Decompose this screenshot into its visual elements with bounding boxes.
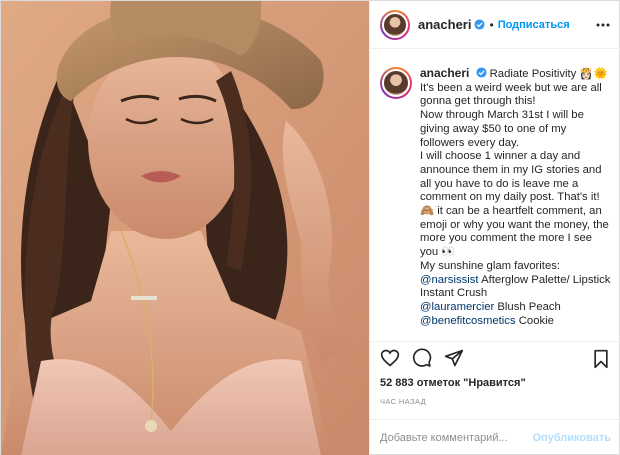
more-icon[interactable] [595,17,611,33]
likes-count[interactable]: 52 883 отметок "Нравится" [380,377,526,389]
caption-line: 🙈 it can be a heartfelt comment, an emoj… [420,205,612,259]
post-header: anacheri • Подписаться [370,1,620,49]
mention-link[interactable]: @benefitcosmetics [420,315,516,327]
separator-dot: • [489,17,494,32]
mention-text: Blush Peach [494,300,561,313]
verified-badge-icon [474,19,486,30]
action-bar [370,341,620,373]
post-timestamp[interactable]: ЧАС НАЗАД [380,397,426,406]
instagram-post: anacheri • Подписаться anacheri Radiate … [0,0,620,455]
caption-area: anacheri Radiate Positivity 👸🏻🌞 It's bee… [370,49,620,341]
caption-title: Radiate Positivity 👸🏻🌞 [489,68,608,80]
caption-avatar[interactable] [380,67,412,99]
caption-line: I will choose 1 winner a day and announc… [420,150,605,204]
post-photo[interactable] [1,1,369,455]
post-side-panel: anacheri • Подписаться anacheri Radiate … [369,1,620,455]
mention-link[interactable]: @lauramercier [420,301,494,313]
username-link[interactable]: anacheri [418,17,471,32]
comment-icon[interactable] [412,348,432,368]
mention-link[interactable]: @narsissist [420,274,479,286]
caption-mention-line: @lauramercier Blush Peach [420,301,611,315]
mention-text: Cookie [515,314,554,327]
avatar-image [382,69,410,97]
caption-mention-line: @narsissist Afterglow Palette/ Lipstick … [420,274,611,301]
share-icon[interactable] [444,348,464,368]
avatar-image [382,11,408,38]
caption-line: My sunshine glam favorites: [420,259,561,272]
verified-badge-icon [475,67,487,78]
comment-input[interactable] [380,432,533,444]
bookmark-icon[interactable] [591,349,611,369]
avatar[interactable] [380,9,410,40]
follow-button[interactable]: Подписаться [498,19,570,31]
caption-mention-line: @benefitcosmetics Cookie [420,315,611,329]
publish-button[interactable]: Опубликовать [532,432,611,444]
caption-username[interactable]: anacheri [420,66,469,80]
add-comment-bar: Опубликовать [370,419,620,455]
caption-line: It's been a weird week but we are all go… [420,81,605,108]
heart-icon[interactable] [380,348,400,368]
caption-line: Now through March 31st I will be giving … [420,109,588,149]
caption: anacheri Radiate Positivity 👸🏻🌞 It's bee… [420,66,612,341]
